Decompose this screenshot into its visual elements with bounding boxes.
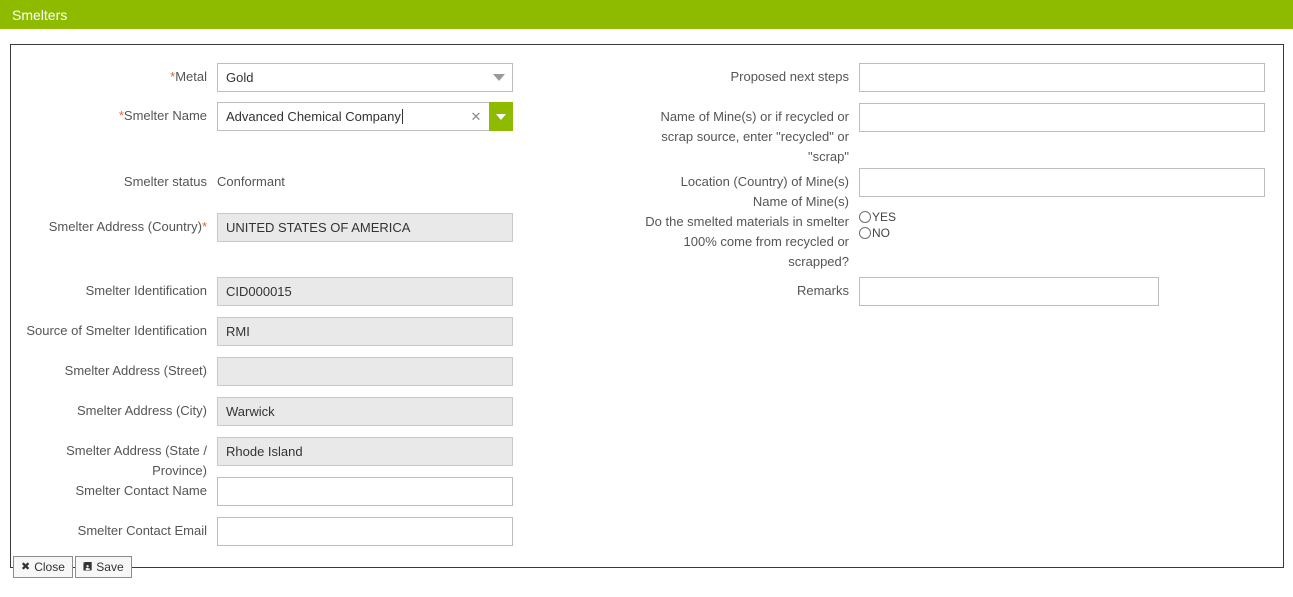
label-contact-name: Smelter Contact Name [75,483,208,498]
window-title-bar: Smelters [0,0,1293,29]
contact-name-input[interactable] [217,477,513,506]
source-of-identification-input: RMI [217,317,513,346]
address-state-input: Rhode Island [217,437,513,466]
proposed-next-steps-input[interactable] [859,63,1265,92]
smelter-name-value: Advanced Chemical Company [226,109,401,124]
smelter-name-combobox[interactable]: Advanced Chemical Company ✕ [217,102,513,131]
label-smelter-name: *Smelter Name [118,108,207,123]
text-caret [401,109,403,124]
field-row-smelter-identification: Smelter Identification CID000015 [11,277,537,306]
page-title: Smelters [12,6,68,23]
contact-email-input[interactable] [217,517,513,546]
label-address-state: Smelter Address (State / Province) [66,443,207,478]
smelter-form-panel: *Metal Gold *Smelter Name Advanced Chemi… [10,44,1284,568]
field-row-address-country: Smelter Address (Country)* UNITED STATES… [11,213,537,242]
field-row-contact-email: Smelter Contact Email [11,517,537,546]
label-name-of-mines: Name of Mine(s) or if recycled or scrap … [660,109,849,164]
field-row-metal: *Metal Gold [11,63,537,92]
radio-option-yes-label: YES [872,210,897,224]
field-row-smelter-name: *Smelter Name Advanced Chemical Company … [11,102,537,131]
field-row-address-state: Smelter Address (State / Province) Rhode… [11,437,537,481]
address-street-input [217,357,513,386]
radio-option-yes[interactable]: YES [859,210,896,224]
label-contact-email: Smelter Contact Email [77,523,207,538]
form-action-bar: ✖ Close 🖪 Save [13,556,132,578]
smelter-name-input[interactable]: Advanced Chemical Company [217,102,489,131]
field-row-proposed-next-steps: Proposed next steps [611,63,1276,92]
label-recycled-question: Do the smelted materials in smelter 100%… [645,214,849,269]
field-row-contact-name: Smelter Contact Name [11,477,537,506]
label-location-of-mines: Location (Country) of Mine(s) Name of Mi… [680,174,849,209]
save-button[interactable]: 🖪 Save [74,556,132,578]
smelter-identification-input: CID000015 [217,277,513,306]
radio-option-no[interactable]: NO [859,226,896,240]
radio-option-no-label: NO [872,226,890,240]
label-smelter-status: Smelter status [123,174,207,189]
label-address-city: Smelter Address (City) [76,403,207,418]
metal-select[interactable]: Gold [217,63,513,92]
label-address-street: Smelter Address (Street) [64,363,207,378]
close-icon: ✖ [21,560,31,573]
save-button-label: Save [96,560,124,574]
chevron-down-icon [496,113,506,120]
location-of-mines-input[interactable] [859,168,1265,197]
save-floppy-icon: 🖪 [82,560,93,573]
close-button-label: Close [34,560,65,574]
smelter-status-value: Conformant [217,174,285,189]
radio-circle-icon[interactable] [859,211,871,223]
label-address-country: Smelter Address (Country)* [48,219,207,234]
label-remarks: Remarks [796,283,849,298]
radio-circle-icon[interactable] [859,227,871,239]
remarks-input[interactable] [859,277,1159,306]
label-source-of-identification: Source of Smelter Identification [26,323,207,338]
address-country-input: UNITED STATES OF AMERICA [217,213,513,242]
required-asterisk-address-country: * [201,219,207,234]
field-row-smelter-status: Smelter status Conformant [11,168,537,192]
close-button[interactable]: ✖ Close [13,556,73,578]
label-metal: *Metal [170,69,207,84]
address-city-input: Warwick [217,397,513,426]
label-smelter-identification: Smelter Identification [85,283,207,298]
metal-select-value[interactable]: Gold [217,63,513,92]
field-row-address-street: Smelter Address (Street) [11,357,537,386]
name-of-mines-input[interactable] [859,103,1265,132]
field-row-source-of-identification: Source of Smelter Identification RMI [11,317,537,346]
smelter-name-dropdown-button[interactable] [489,102,513,131]
close-icon[interactable]: ✕ [469,102,483,131]
field-row-recycled-question: Do the smelted materials in smelter 100%… [611,208,1276,272]
form-columns: *Metal Gold *Smelter Name Advanced Chemi… [11,45,1283,567]
field-row-name-of-mines: Name of Mine(s) or if recycled or scrap … [611,103,1276,167]
field-row-address-city: Smelter Address (City) Warwick [11,397,537,426]
field-row-remarks: Remarks [611,277,1276,306]
label-proposed-next-steps: Proposed next steps [730,69,849,84]
recycled-question-radio-group[interactable]: YES NO [859,208,896,240]
field-row-location-of-mines: Location (Country) of Mine(s) Name of Mi… [611,168,1276,212]
